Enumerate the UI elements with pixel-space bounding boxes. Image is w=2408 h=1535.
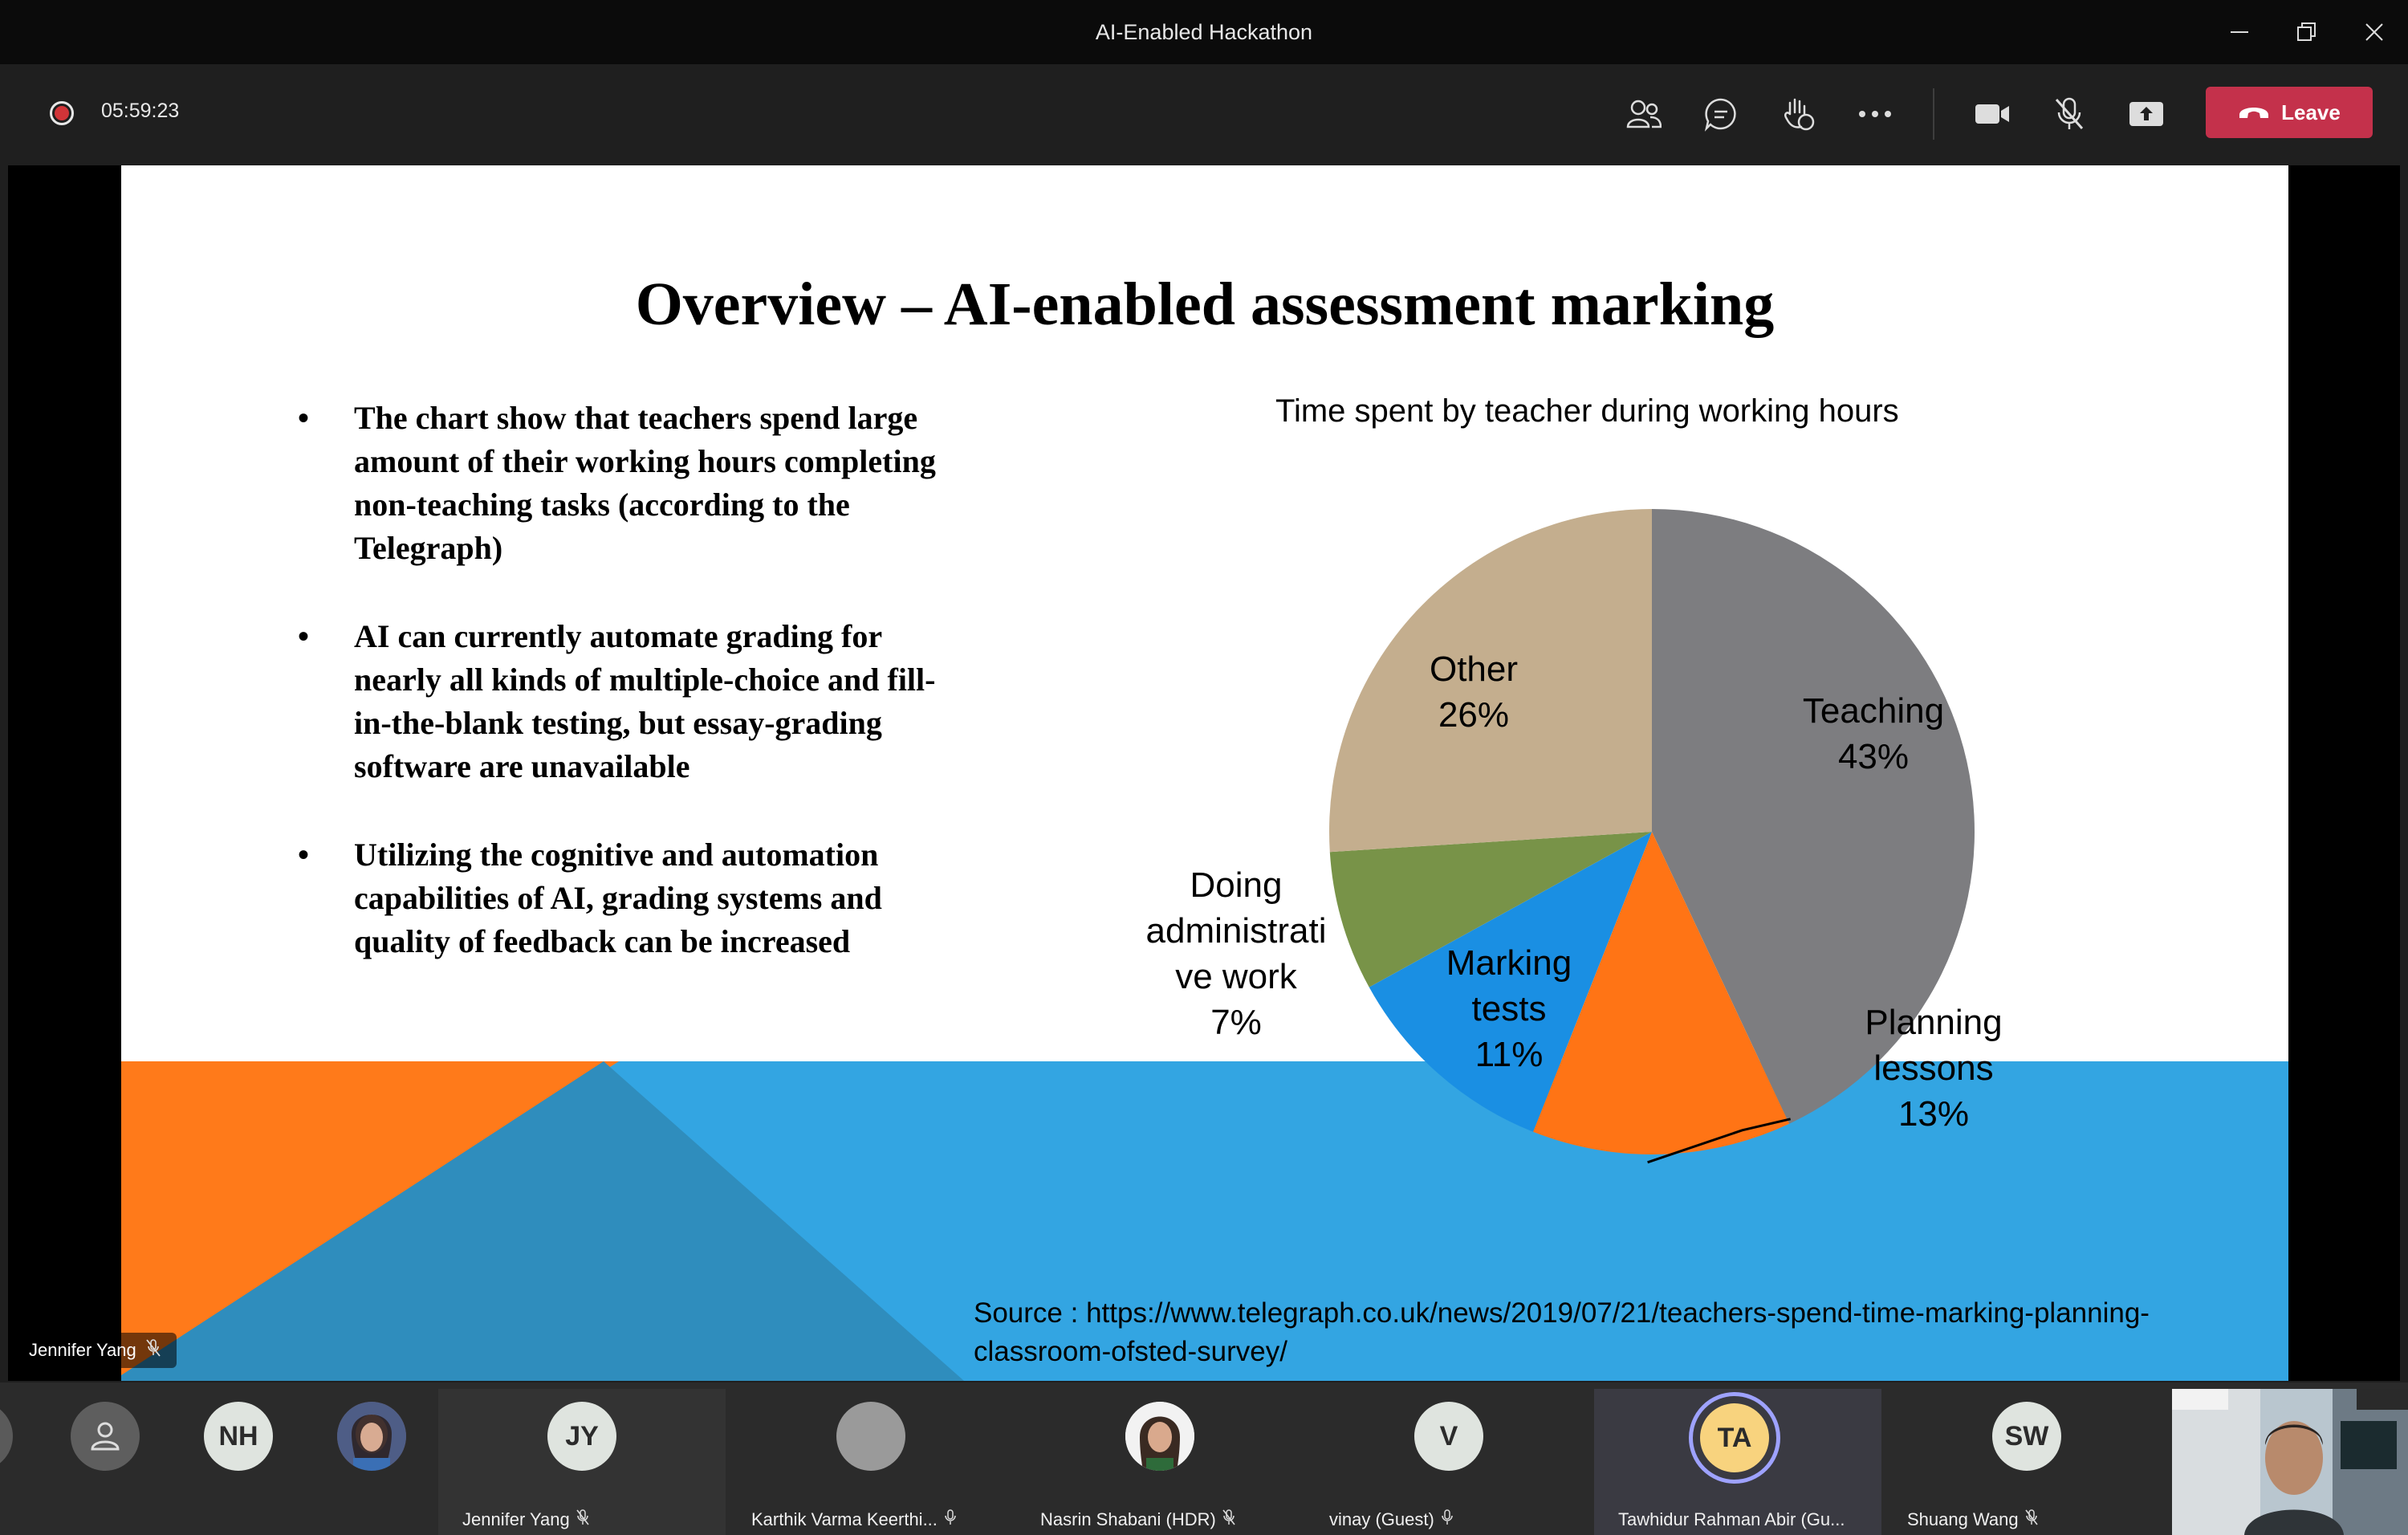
mic-icon (1441, 1509, 1454, 1530)
avatar-photo (1125, 1402, 1194, 1471)
presenter-name: Jennifer Yang (29, 1340, 136, 1360)
mic-muted-icon (576, 1509, 589, 1530)
window-title: AI-Enabled Hackathon (1095, 19, 1313, 44)
recording-icon (50, 101, 74, 125)
avatar-photo (337, 1402, 406, 1471)
mic-muted-icon (2024, 1509, 2038, 1530)
mic-muted-icon (146, 1339, 161, 1362)
participant-tile[interactable]: JY Jennifer Yang (438, 1389, 726, 1535)
participant-name-text: Nasrin Shabani (HDR) (1040, 1509, 1216, 1529)
participant-video (2172, 1389, 2408, 1535)
participant-tile-speaking[interactable]: TA Tawhidur Rahman Abir (Gu... (1594, 1389, 1881, 1535)
participant-name: Tawhidur Rahman Abir (Gu... (1618, 1509, 1845, 1530)
leave-label: Leave (2281, 100, 2341, 124)
participant-name-text: vinay (Guest) (1329, 1509, 1434, 1529)
more-icon[interactable] (1851, 90, 1899, 138)
participant-name-text: Shuang Wang (1907, 1509, 2019, 1529)
chat-icon[interactable] (1697, 90, 1745, 138)
minimize-icon[interactable] (2206, 0, 2273, 64)
avatar (836, 1402, 905, 1471)
participant-tile[interactable]: V vinay (Guest) (1305, 1389, 1592, 1535)
close-icon[interactable] (2341, 0, 2408, 64)
leave-button[interactable]: Leave (2206, 87, 2373, 138)
participant-tile[interactable]: SW Shuang Wang (1883, 1389, 2170, 1535)
participant-name-text: Jennifer Yang (462, 1509, 570, 1529)
recording-timer: 05:59:23 (101, 100, 180, 122)
participant-name: vinay (Guest) (1329, 1509, 1454, 1530)
camera-icon[interactable] (1968, 90, 2016, 138)
participant-tile[interactable] (48, 1389, 161, 1535)
person-icon (91, 1422, 120, 1451)
mic-icon (944, 1509, 957, 1530)
toolbar-divider (1933, 88, 1934, 140)
source-label: Source : (974, 1297, 1087, 1329)
participant-name-text: Tawhidur Rahman Abir (Gu... (1618, 1509, 1845, 1529)
participant-name: Jennifer Yang (462, 1509, 589, 1530)
participant-tile[interactable] (305, 1389, 437, 1535)
people-icon[interactable] (1620, 90, 1668, 138)
participant-video-tile[interactable] (2172, 1389, 2408, 1535)
window-titlebar: AI-Enabled Hackathon (0, 0, 2408, 64)
participant-name: Nasrin Shabani (HDR) (1040, 1509, 1235, 1530)
share-icon[interactable] (2122, 90, 2170, 138)
participant-tile[interactable]: NH (161, 1389, 305, 1535)
avatar: V (1414, 1402, 1483, 1471)
avatar: TA (1700, 1403, 1769, 1472)
avatar (0, 1402, 13, 1471)
raise-hand-icon[interactable] (1774, 90, 1822, 138)
participant-name-text: Karthik Varma Keerthi... (751, 1509, 938, 1529)
presenter-name-tag: Jennifer Yang (13, 1333, 177, 1368)
participant-tile[interactable] (0, 1389, 16, 1535)
presentation-slide: Overview – AI-enabled assessment marking… (121, 165, 2288, 1381)
avatar: NH (204, 1402, 273, 1471)
window-controls (2206, 0, 2408, 64)
participant-tile[interactable]: Nasrin Shabani (HDR) (1016, 1389, 1304, 1535)
avatar: JY (547, 1402, 616, 1471)
mic-muted-icon[interactable] (2045, 90, 2093, 138)
participant-name: Karthik Varma Keerthi... (751, 1509, 957, 1530)
slice-label-planning: Planning lessons 13% (1865, 1003, 2002, 1134)
participant-tile[interactable]: Karthik Varma Keerthi... (727, 1389, 1015, 1535)
avatar (71, 1402, 140, 1471)
restore-icon[interactable] (2273, 0, 2341, 64)
avatar: SW (1992, 1402, 2061, 1471)
hang-up-icon (2238, 100, 2270, 125)
source-citation: Source : https://www.telegraph.co.uk/new… (974, 1294, 2178, 1371)
participant-name: Shuang Wang (1907, 1509, 2038, 1530)
mic-muted-icon (1222, 1509, 1235, 1530)
pie-chart: Teaching 43%Planning lessons 13%Marking test… (1146, 509, 2003, 1164)
source-link[interactable]: https://www.telegraph.co.uk/news/2019/07… (974, 1297, 2150, 1367)
slice-label-admin: Doing administrati ve work 7% (1146, 865, 1327, 1042)
